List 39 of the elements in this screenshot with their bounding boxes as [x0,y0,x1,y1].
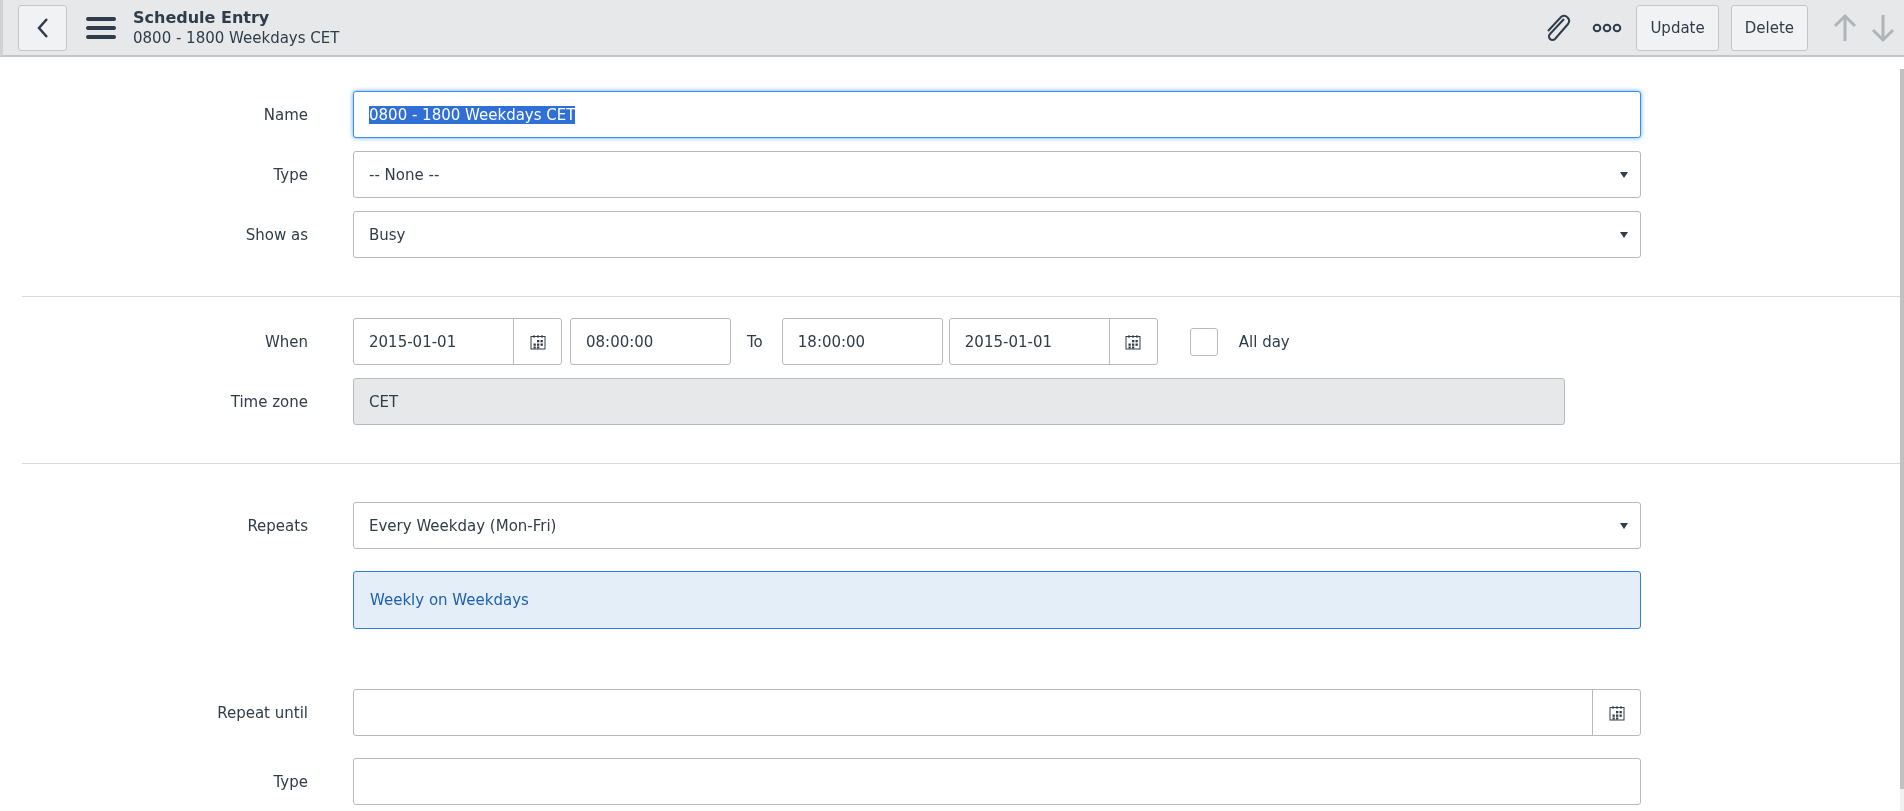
dropdown-caret-icon [1620,522,1628,529]
end-date-field[interactable]: 2015-01-01 [948,318,1158,365]
all-day-label: All day [1238,332,1290,351]
to-label: To [747,332,763,351]
field-label: Repeat until [217,704,308,722]
field-label: Repeats [247,517,308,535]
repeat-until-field[interactable] [353,689,1641,736]
calendar-icon [1125,333,1142,350]
field-label: Type [273,773,308,791]
record-name-subtitle: 0800 - 1800 Weekdays CET [133,29,340,47]
select-dropdown[interactable]: Busy [353,211,1641,258]
time-zone-field: CET [353,378,1565,425]
start-date-field[interactable]: 2015-01-01 [353,318,562,365]
dropdown-caret-icon [1620,231,1628,238]
field-label: Type [273,166,308,184]
type-field[interactable] [353,758,1641,805]
field-label: Time zone [230,393,308,411]
name-input-field[interactable]: 0800 - 1800 Weekdays CET [353,91,1641,138]
start-time-field[interactable]: 08:00:00 [570,318,731,365]
dropdown-caret-icon [1620,171,1628,178]
chevron-left-icon [35,16,50,39]
input-value: 0800 - 1800 Weekdays CET [369,105,576,124]
calendar-icon [529,333,546,350]
select-dropdown[interactable]: -- None -- [353,151,1641,198]
field-label: When [264,333,308,351]
select-dropdown[interactable]: Every Weekday (Mon-Fri) [353,502,1641,549]
scrollbar[interactable] [1900,69,1904,811]
header-button[interactable]: Delete [1730,4,1808,51]
menu-icon[interactable] [85,14,117,41]
repeat-summary-box: Weekly on Weekdays [353,571,1641,629]
back-button[interactable] [18,4,67,51]
calendar-icon [1608,704,1625,721]
header-button[interactable]: Update [1636,4,1719,51]
all-day-checkbox[interactable] [1189,327,1218,356]
end-time-field[interactable]: 18:00:00 [781,318,943,365]
field-label: Name [263,106,308,124]
field-label: Show as [245,226,308,244]
record-type-title: Schedule Entry [133,8,271,27]
more-options-icon[interactable] [1592,22,1623,33]
